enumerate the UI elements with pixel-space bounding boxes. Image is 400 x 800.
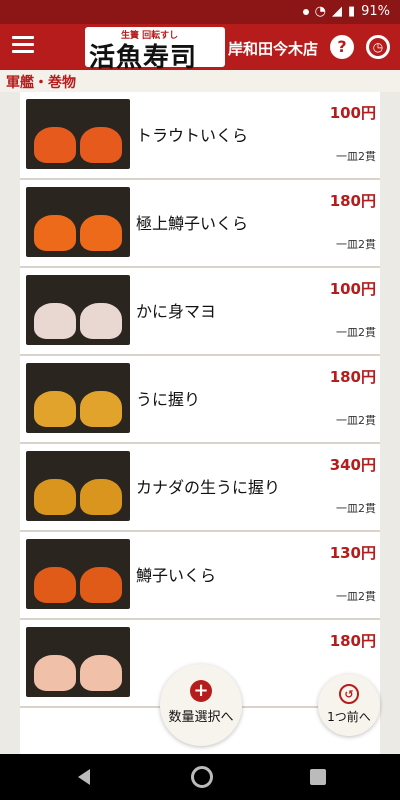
item-name: かに身マヨ <box>136 302 217 321</box>
sushi-photo <box>26 187 130 257</box>
item-price: 180円 <box>329 368 376 386</box>
menu-item[interactable]: 極上鱒子いくら 180円一皿2貫 <box>20 180 380 268</box>
menu-item[interactable]: トラウトいくら 100円一皿2貫 <box>20 92 380 180</box>
sushi-photo <box>26 275 130 345</box>
section-title: 軍艦・巻物 <box>0 70 400 92</box>
sushi-piece <box>34 303 76 339</box>
sushi-piece <box>80 567 122 603</box>
menu-item[interactable]: かに身マヨ 100円一皿2貫 <box>20 268 380 356</box>
item-price: 130円 <box>329 544 376 562</box>
sushi-piece <box>80 655 122 691</box>
sushi-piece <box>34 215 76 251</box>
menu-item[interactable]: うに握り 180円一皿2貫 <box>20 356 380 444</box>
item-name: トラウトいくら <box>136 126 249 145</box>
previous-label: 1つ前へ <box>327 710 371 724</box>
item-portion: 一皿2貫 <box>336 238 376 251</box>
help-icon[interactable]: ? <box>330 35 354 59</box>
item-price: 180円 <box>329 632 376 650</box>
item-portion: 一皿2貫 <box>336 502 376 515</box>
sushi-piece <box>34 567 76 603</box>
item-portion: 一皿2貫 <box>336 414 376 427</box>
status-icons: ◔ ◢ ▮ 91% <box>302 4 390 19</box>
sushi-photo <box>26 451 130 521</box>
notification-icon <box>302 8 309 15</box>
branch-name: 岸和田今木店 <box>228 40 319 58</box>
item-portion: 一皿2貫 <box>336 150 376 163</box>
sushi-piece <box>80 215 122 251</box>
item-price: 180円 <box>329 192 376 210</box>
plus-icon: + <box>190 680 212 702</box>
logo-title: 活魚寿司 <box>89 43 198 73</box>
item-price: 100円 <box>329 280 376 298</box>
quantity-select-label: 数量選択へ <box>168 710 234 725</box>
item-name: うに握り <box>136 390 201 409</box>
battery-level: 91% <box>361 4 390 19</box>
undo-icon: ↺ <box>339 684 359 704</box>
sushi-photo <box>26 99 130 169</box>
system-nav-bar <box>0 754 400 800</box>
clock-icon[interactable]: ◷ <box>366 35 390 59</box>
menu-list[interactable]: トラウトいくら 100円 一皿2貫 極上鱒子いくら 180円 一皿2貫 かに身マヨ 100円一… <box>20 92 380 754</box>
item-name: カナダの生うに握り <box>136 478 281 497</box>
sushi-piece <box>34 391 76 427</box>
back-icon[interactable] <box>78 769 90 785</box>
item-name: 極上鱒子いくら <box>136 214 249 233</box>
sushi-piece <box>34 127 76 163</box>
recent-apps-icon[interactable] <box>310 769 326 785</box>
menu-item[interactable]: カナダの生うに握り 340円一皿2貫 <box>20 444 380 532</box>
previous-button[interactable]: ↺ 1つ前へ <box>318 674 380 736</box>
item-portion: 一皿2貫 <box>336 326 376 339</box>
item-portion: 一皿2貫 <box>336 590 376 603</box>
signal-icon: ◢ <box>331 4 342 19</box>
sushi-piece <box>80 127 122 163</box>
quantity-select-button[interactable]: + 数量選択へ <box>160 664 242 746</box>
app-bar: 生簀 回転すし 活魚寿司 岸和田今木店 ? ◷ <box>0 24 400 73</box>
status-bar: ◔ ◢ ▮ 91% <box>0 0 400 24</box>
store-logo: 生簀 回転すし 活魚寿司 <box>85 27 225 73</box>
item-name: 鱒子いくら <box>136 566 217 585</box>
menu-item[interactable]: 鱒子いくら 130円一皿2貫 <box>20 532 380 620</box>
sushi-photo <box>26 539 130 609</box>
home-icon[interactable] <box>191 766 213 788</box>
item-price: 340円 <box>329 456 376 474</box>
item-price: 100円 <box>329 104 376 122</box>
sushi-piece <box>80 479 122 515</box>
sushi-piece <box>80 303 122 339</box>
sushi-photo <box>26 627 130 697</box>
battery-icon: ▮ <box>347 4 356 19</box>
sushi-piece <box>34 655 76 691</box>
sushi-piece <box>80 391 122 427</box>
sushi-photo <box>26 363 130 433</box>
sushi-piece <box>34 479 76 515</box>
wifi-icon: ◔ <box>314 4 326 19</box>
menu-icon[interactable] <box>12 36 34 54</box>
